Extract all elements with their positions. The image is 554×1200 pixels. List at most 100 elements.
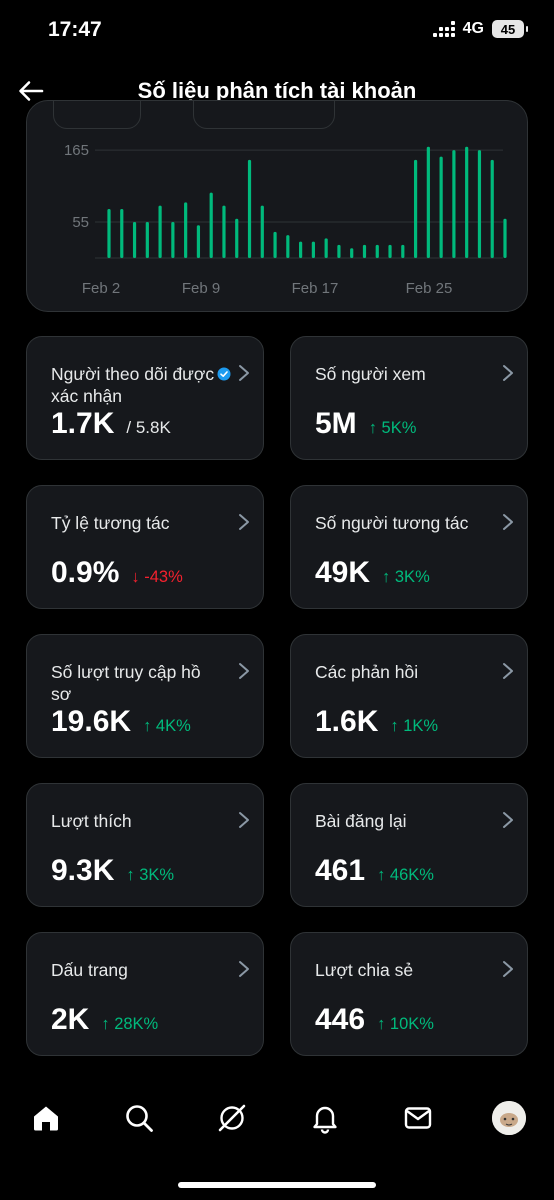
metric-value: 5M <box>315 407 357 440</box>
metric-label: Số lượt truy cập hồ sơ <box>51 662 201 704</box>
chart-bar <box>286 235 290 258</box>
chart-bar <box>107 208 111 258</box>
metric-value: 0.9% <box>51 556 120 589</box>
chart-bar <box>299 241 303 258</box>
chart-bar <box>350 248 354 258</box>
metric-change: ↑ 28K% <box>101 1015 159 1033</box>
metric-value: 2K <box>51 1003 90 1036</box>
chart-bar <box>196 225 201 258</box>
metric-change: ↑ 5K% <box>368 419 417 437</box>
x-tick-label: Feb 25 <box>406 280 453 297</box>
metric-value-row: 1.6K ↑ 1K% <box>315 705 438 739</box>
x-tick-label: Feb 17 <box>292 280 339 297</box>
nav-search[interactable] <box>119 1088 159 1148</box>
nav-messages[interactable] <box>398 1088 438 1148</box>
chart-bar <box>260 205 264 258</box>
metric-change: ↑ 3K% <box>126 866 175 884</box>
chart-bar <box>413 159 418 258</box>
metric-label: Tỷ lệ tương tác <box>51 513 170 533</box>
metric-card[interactable]: Lượt chia sẻ 446 ↑ 10K% <box>290 932 528 1056</box>
metric-card[interactable]: Tỷ lệ tương tác 0.9% ↓ -43% <box>26 485 264 609</box>
messages-icon <box>404 1107 432 1129</box>
chevron-right-icon <box>237 810 251 830</box>
home-indicator <box>178 1182 376 1188</box>
chevron-right-icon <box>237 363 251 383</box>
chart-bar <box>158 205 162 258</box>
chart-bar <box>490 159 494 258</box>
battery-icon: 45 <box>492 20 528 38</box>
chart-bar <box>235 218 239 258</box>
verified-badge-icon <box>217 367 231 381</box>
metric-card[interactable]: Lượt thích 9.3K ↑ 3K% <box>26 783 264 907</box>
metric-change: ↑ 46K% <box>377 866 434 884</box>
home-icon <box>34 1106 58 1131</box>
metric-value-row: 461 ↑ 46K% <box>315 854 434 888</box>
metric-value-row: 49K ↑ 3K% <box>315 556 430 590</box>
chart-bar <box>222 205 226 258</box>
chart-card[interactable]: 165 55 Feb 2 Feb 9 Feb 17 Feb 25 <box>26 100 528 312</box>
metric-value: 1.6K <box>315 705 379 738</box>
metric-value-row: 9.3K ↑ 3K% <box>51 854 174 888</box>
metric-label: Số người xem <box>315 364 426 384</box>
chart-bar <box>426 146 430 258</box>
metric-label: Bài đăng lại <box>315 811 407 831</box>
metric-card[interactable]: Số lượt truy cập hồ sơ 19.6K ↑ 4K% <box>26 634 264 758</box>
x-tick-label: Feb 2 <box>82 280 120 297</box>
nav-notifications[interactable] <box>305 1088 345 1148</box>
metric-card[interactable]: Số người xem 5M ↑ 5K% <box>290 336 528 460</box>
y-tick-label: 165 <box>64 142 89 159</box>
chart-bar <box>324 238 328 258</box>
metric-card[interactable]: Dấu trang 2K ↑ 28K% <box>26 932 264 1056</box>
bottom-nav <box>0 1088 554 1148</box>
metric-value-row: 5M ↑ 5K% <box>315 407 416 441</box>
metric-value: 19.6K <box>51 705 132 738</box>
metric-label: Dấu trang <box>51 960 128 980</box>
chevron-right-icon <box>501 363 515 383</box>
chart-bar <box>171 222 175 258</box>
metric-change: ↑ 3K% <box>382 568 430 586</box>
chart-bar <box>439 156 443 258</box>
chevron-right-icon <box>237 512 251 532</box>
metric-label: Số người tương tác <box>315 513 469 533</box>
metric-label: Lượt chia sẻ <box>315 960 414 980</box>
metric-label: Lượt thích <box>51 811 132 831</box>
status-indicators: 4G 45 <box>432 20 528 38</box>
metric-card[interactable]: Bài đăng lại 461 ↑ 46K% <box>290 783 528 907</box>
metric-change: ↑ 1K% <box>390 717 439 735</box>
chart-bar <box>388 244 392 258</box>
status-time: 17:47 <box>48 18 102 41</box>
metric-total: / 5.8K <box>126 418 171 437</box>
metric-value: 9.3K <box>51 854 115 887</box>
chart-bar <box>452 150 456 258</box>
chevron-right-icon <box>237 959 251 979</box>
chart-bar <box>184 202 188 258</box>
metric-value-row: 1.7K / 5.8K <box>51 407 171 441</box>
chart-bar <box>132 222 137 258</box>
chart-bar <box>120 208 124 258</box>
chevron-right-icon <box>501 512 515 532</box>
grok-icon <box>218 1104 246 1132</box>
metric-label: Các phản hồi <box>315 662 419 682</box>
metric-change: ↑ 4K% <box>143 717 191 735</box>
metric-card[interactable]: Số người tương tác 49K ↑ 3K% <box>290 485 528 609</box>
chart: 165 55 Feb 2 Feb 9 Feb 17 Feb 25 <box>64 142 507 297</box>
metric-value: 1.7K <box>51 407 115 440</box>
profile-avatar <box>492 1101 526 1135</box>
chevron-right-icon <box>501 661 515 681</box>
metric-value-row: 2K ↑ 28K% <box>51 1003 158 1037</box>
metric-label: Người theo dõi được xác nhận <box>51 364 215 406</box>
metric-card[interactable]: Các phản hồi 1.6K ↑ 1K% <box>290 634 528 758</box>
nav-grok[interactable] <box>212 1088 252 1148</box>
chart-bar <box>477 150 482 258</box>
metric-value-row: 0.9% ↓ -43% <box>51 556 183 590</box>
chart-bar <box>209 192 213 258</box>
metric-change: ↑ 10K% <box>377 1015 434 1033</box>
nav-home[interactable] <box>26 1088 66 1148</box>
chart-bar <box>375 244 379 258</box>
notifications-icon <box>313 1106 337 1134</box>
nav-profile[interactable] <box>489 1088 529 1148</box>
chart-bar <box>465 146 469 258</box>
chart-bar <box>247 159 252 258</box>
metric-card[interactable]: Người theo dõi được xác nhận 1.7K / 5.8K <box>26 336 264 460</box>
metric-value: 446 <box>315 1003 366 1036</box>
